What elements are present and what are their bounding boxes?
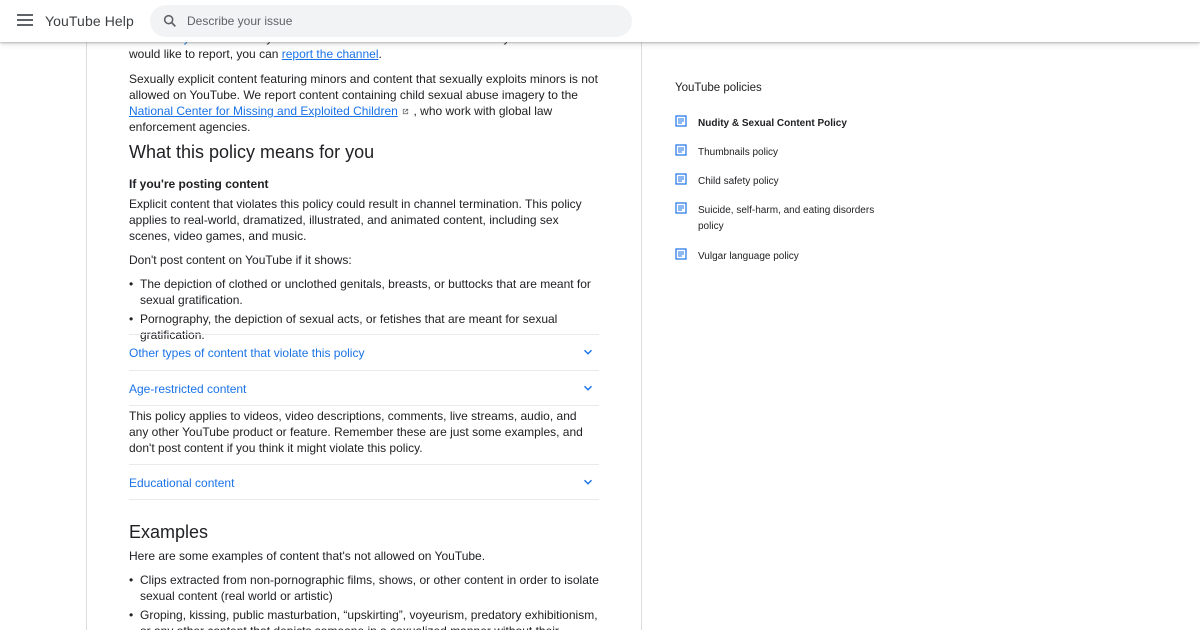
document-list-icon [675, 202, 687, 214]
accordion-label[interactable]: Educational content [129, 475, 234, 491]
sidebar-item-label[interactable]: Vulgar language policy [698, 249, 878, 265]
examples-intro: Here are some examples of content that's… [129, 549, 486, 563]
document-list-icon [675, 115, 687, 127]
sidebar-item-label[interactable]: Suicide, self-harm, and eating disorders… [698, 203, 878, 235]
app-title[interactable]: YouTube Help [45, 13, 134, 29]
document-list-icon [675, 144, 687, 156]
menu-icon[interactable] [14, 10, 36, 32]
document-list-icon [675, 248, 687, 260]
report-channel-link[interactable]: report the channel [282, 47, 379, 61]
accordion-age-restricted[interactable]: Age-restricted content [129, 370, 599, 405]
content-right-border [641, 0, 642, 630]
document-list-icon [675, 173, 687, 185]
sidebar-item-label[interactable]: Child safety policy [698, 174, 878, 190]
top-app-bar: YouTube Help [0, 0, 1200, 42]
search-box[interactable] [150, 5, 632, 37]
posting-heading: If you're posting content [129, 177, 269, 191]
section-heading: What this policy means for you [129, 142, 375, 162]
chevron-down-icon[interactable] [581, 381, 595, 395]
divider [129, 499, 599, 500]
examples-heading: Examples [129, 522, 209, 542]
accordion-educational[interactable]: Educational content [129, 464, 599, 499]
accordion-other-types[interactable]: Other types of content that violate this… [129, 334, 599, 369]
list-item: Groping, kissing, public masturbation, “… [129, 607, 599, 630]
posting-paragraph: Explicit content that violates this poli… [129, 197, 582, 243]
divider [129, 405, 599, 406]
accordion-label[interactable]: Age-restricted content [129, 381, 246, 397]
ncmec-link[interactable]: National Center for Missing and Exploite… [129, 104, 398, 118]
search-input[interactable] [187, 12, 607, 30]
chevron-down-icon[interactable] [581, 345, 595, 359]
list-item: Clips extracted from non-pornographic fi… [129, 572, 599, 604]
dont-post-text: Don't post content on YouTube if it show… [129, 253, 352, 267]
sidebar-title: YouTube policies [675, 82, 762, 94]
sidebar-item-label[interactable]: Nudity & Sexual Content Policy [698, 116, 878, 132]
accordion-label[interactable]: Other types of content that violate this… [129, 345, 364, 361]
chevron-down-icon[interactable] [581, 475, 595, 489]
external-link-icon [403, 108, 409, 115]
examples-bullet-list: Clips extracted from non-pornographic fi… [129, 572, 599, 630]
minors-paragraph: Sexually explicit content featuring mino… [129, 72, 598, 134]
content-left-border [86, 0, 87, 630]
list-item: The depiction of clothed or unclothed ge… [129, 276, 599, 308]
applies-paragraph: This policy applies to videos, video des… [129, 409, 583, 455]
sidebar-item-label[interactable]: Thumbnails policy [698, 145, 878, 161]
search-icon[interactable] [162, 13, 178, 29]
